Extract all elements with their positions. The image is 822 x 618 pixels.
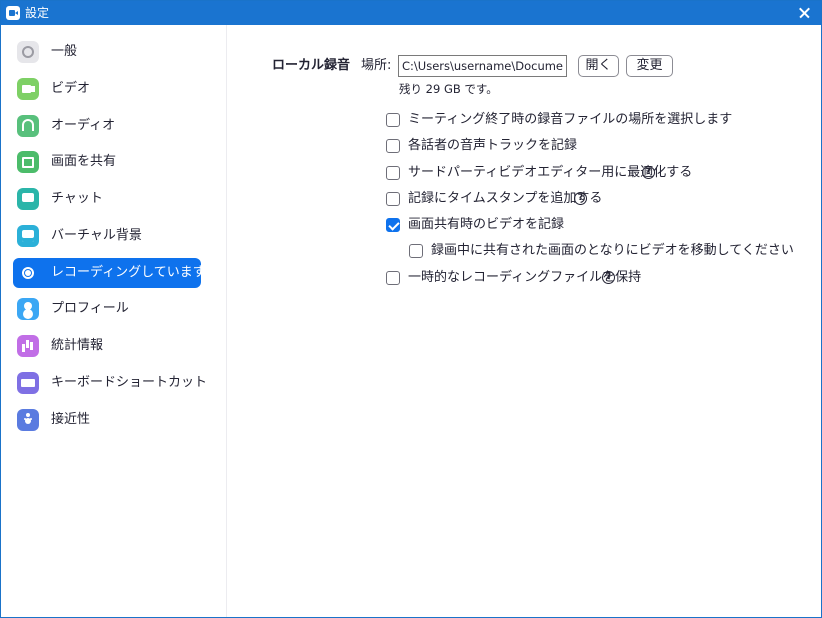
checkbox[interactable]: [386, 139, 400, 153]
option-label: 録画中に共有された画面のとなりにビデオを移動してください: [431, 243, 794, 258]
sidebar-item-label: 画面を共有: [51, 154, 117, 169]
change-folder-button[interactable]: 変更: [626, 55, 673, 77]
accessibility-icon: [17, 409, 39, 431]
checkbox[interactable]: [386, 113, 400, 127]
window-title: 設定: [25, 6, 50, 20]
sidebar-item-accessibility[interactable]: 接近性: [13, 405, 201, 435]
sidebar-item-statistics[interactable]: 統計情報: [13, 331, 201, 361]
headphones-icon: [17, 115, 39, 137]
checkbox[interactable]: [386, 192, 400, 206]
sidebar-item-label: オーディオ: [51, 118, 116, 133]
sidebar-item-label: キーボードショートカット: [51, 375, 208, 390]
sidebar-item-label: レコーディングしています: [51, 265, 206, 280]
section-label-local-recording: ローカル録音: [272, 58, 351, 73]
option-label: 各話者の音声トラックを記録: [408, 138, 578, 153]
sidebar-item-recording[interactable]: レコーディングしています: [13, 258, 206, 288]
zoom-app-icon: [6, 6, 20, 20]
option-label: 画面共有時のビデオを記録: [408, 217, 565, 232]
settings-sidebar: 一般 ビデオ オーディオ 画面を共有 チャット バーチャル背景 レコーディングし…: [1, 25, 227, 617]
sidebar-item-label: 接近性: [51, 412, 91, 427]
sidebar-item-profile[interactable]: プロフィール: [13, 294, 201, 324]
sidebar-item-label: ビデオ: [51, 81, 91, 96]
keyboard-icon: [17, 372, 39, 394]
checkbox[interactable]: [409, 244, 423, 258]
sidebar-item-label: バーチャル背景: [51, 228, 142, 243]
gear-icon: [17, 41, 39, 63]
statistics-icon: [17, 335, 39, 357]
sidebar-item-label: プロフィール: [51, 301, 129, 316]
title-bar[interactable]: 設定: [1, 1, 821, 25]
sidebar-item-label: 一般: [51, 44, 78, 59]
sidebar-item-share-screen[interactable]: 画面を共有: [13, 147, 201, 177]
help-icon[interactable]: ?: [602, 271, 615, 284]
help-icon[interactable]: ?: [642, 166, 655, 179]
recording-path-field[interactable]: [398, 55, 567, 77]
help-icon[interactable]: ?: [574, 192, 587, 205]
sidebar-item-chat[interactable]: チャット: [13, 184, 201, 214]
record-icon: [17, 262, 39, 284]
chat-bubble-icon: [17, 188, 39, 210]
checkbox-checked[interactable]: [386, 218, 400, 232]
share-screen-icon: [17, 151, 39, 173]
sidebar-item-label: チャット: [51, 191, 103, 206]
open-folder-button[interactable]: 開く: [578, 55, 619, 77]
free-space-text: 残り 29 GB です。: [399, 82, 498, 96]
sidebar-item-label: 統計情報: [51, 338, 104, 353]
sidebar-item-virtual-background[interactable]: バーチャル背景: [13, 221, 201, 251]
checkbox[interactable]: [386, 166, 400, 180]
sidebar-item-general[interactable]: 一般: [13, 37, 201, 67]
profile-icon: [17, 298, 39, 320]
checkbox[interactable]: [386, 271, 400, 285]
virtual-background-icon: [17, 225, 39, 247]
option-label: ミーティング終了時の録音ファイルの場所を選択します: [408, 112, 733, 127]
sidebar-item-video[interactable]: ビデオ: [13, 74, 201, 104]
location-label: 場所:: [361, 58, 392, 73]
video-camera-icon: [17, 78, 39, 100]
sidebar-item-keyboard-shortcuts[interactable]: キーボードショートカット: [13, 368, 207, 398]
sidebar-item-audio[interactable]: オーディオ: [13, 111, 201, 141]
close-button[interactable]: [787, 1, 821, 25]
settings-window: 設定 一般 ビデオ オーディオ 画面を共有 チャット バーチャル背景 レコーディ…: [0, 0, 822, 618]
